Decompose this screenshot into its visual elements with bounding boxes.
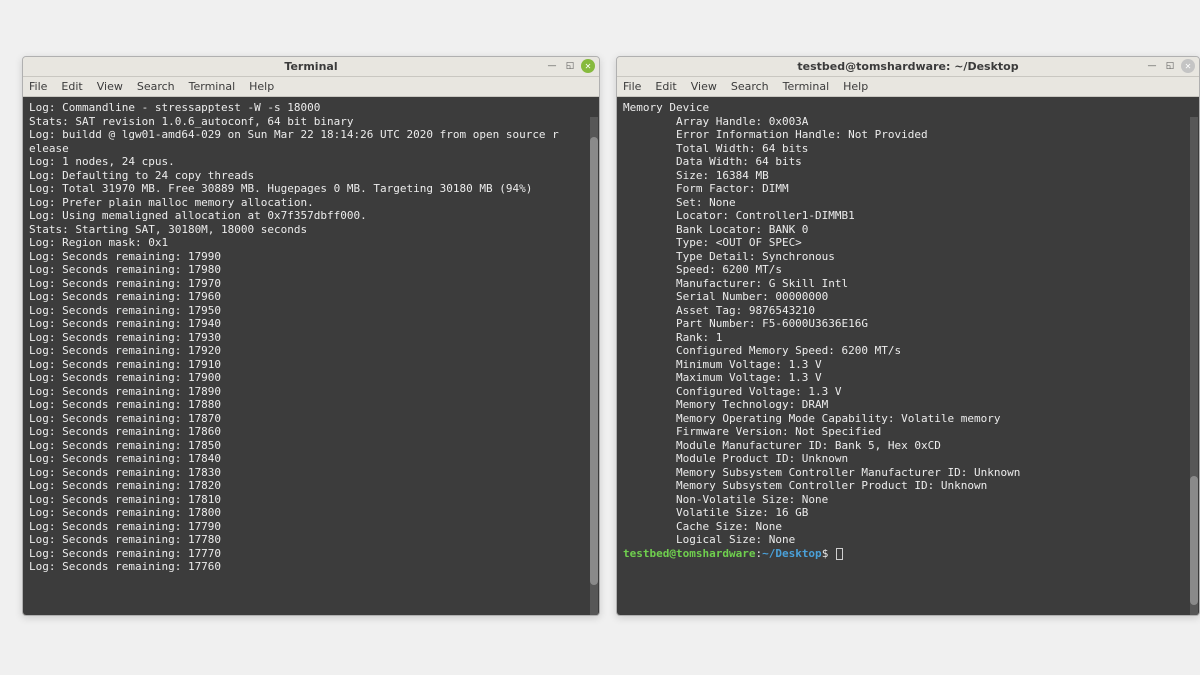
titlebar[interactable]: Terminal — ◱ ✕	[23, 57, 599, 77]
minimize-icon[interactable]: —	[545, 59, 559, 73]
terminal-window-right: testbed@tomshardware: ~/Desktop — ◱ ✕ Fi…	[616, 56, 1200, 616]
menu-view[interactable]: View	[691, 80, 717, 93]
titlebar[interactable]: testbed@tomshardware: ~/Desktop — ◱ ✕	[617, 57, 1199, 77]
scrollbar[interactable]	[1190, 117, 1198, 615]
scrollbar[interactable]	[590, 117, 598, 615]
minimize-icon[interactable]: —	[1145, 59, 1159, 73]
menubar: File Edit View Search Terminal Help	[23, 77, 599, 97]
window-title: testbed@tomshardware: ~/Desktop	[797, 60, 1018, 73]
menu-help[interactable]: Help	[249, 80, 274, 93]
menu-terminal[interactable]: Terminal	[783, 80, 830, 93]
terminal-output[interactable]: Log: Commandline - stressapptest -W -s 1…	[23, 97, 599, 615]
titlebar-controls: — ◱ ✕	[545, 59, 595, 73]
prompt-user: testbed@tomshardware	[623, 547, 755, 560]
menu-terminal[interactable]: Terminal	[189, 80, 236, 93]
menu-search[interactable]: Search	[137, 80, 175, 93]
menu-search[interactable]: Search	[731, 80, 769, 93]
menu-file[interactable]: File	[623, 80, 641, 93]
prompt-path: ~/Desktop	[762, 547, 822, 560]
titlebar-controls: — ◱ ✕	[1145, 59, 1195, 73]
close-icon[interactable]: ✕	[581, 59, 595, 73]
menu-help[interactable]: Help	[843, 80, 868, 93]
menu-view[interactable]: View	[97, 80, 123, 93]
scrollbar-thumb[interactable]	[1190, 476, 1198, 605]
terminal-window-left: Terminal — ◱ ✕ File Edit View Search Termina…	[22, 56, 600, 616]
close-icon[interactable]: ✕	[1181, 59, 1195, 73]
menu-edit[interactable]: Edit	[61, 80, 82, 93]
cursor-icon	[836, 548, 843, 560]
scrollbar-thumb[interactable]	[590, 137, 598, 585]
window-title: Terminal	[284, 60, 337, 73]
maximize-icon[interactable]: ◱	[1163, 59, 1177, 73]
terminal-output[interactable]: Memory Device Array Handle: 0x003A Error…	[617, 97, 1199, 615]
prompt-dollar: $	[822, 547, 835, 560]
menu-edit[interactable]: Edit	[655, 80, 676, 93]
maximize-icon[interactable]: ◱	[563, 59, 577, 73]
menubar: File Edit View Search Terminal Help	[617, 77, 1199, 97]
menu-file[interactable]: File	[29, 80, 47, 93]
